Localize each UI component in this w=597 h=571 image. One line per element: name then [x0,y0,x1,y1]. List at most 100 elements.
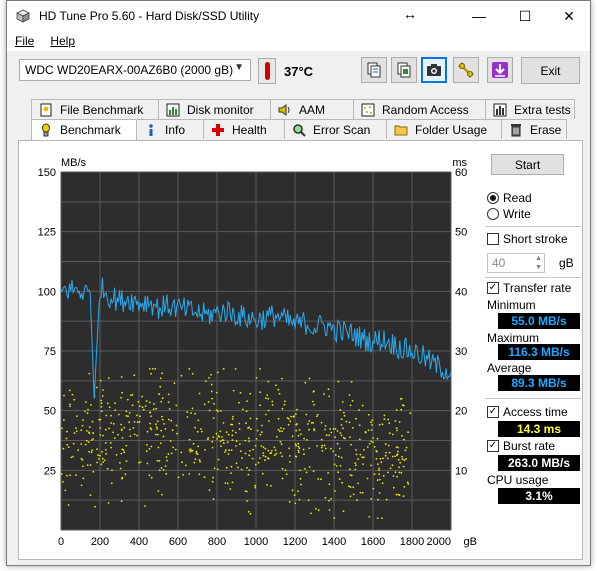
access-time-point [249,513,252,515]
write-radio[interactable]: Write [487,207,531,221]
access-time-point [252,448,255,451]
read-radio[interactable]: Read [487,191,532,205]
download-button[interactable] [487,57,513,83]
access-time-point [267,380,270,383]
access-time-point [167,453,170,455]
access-time-point [225,431,228,434]
transfer-rate-checkbox[interactable]: ✓ Transfer rate [487,281,571,295]
access-time-point [120,423,122,426]
access-time-point [101,450,103,453]
tab-erase[interactable]: Erase [501,119,567,139]
access-time-point [267,409,270,412]
minimize-button[interactable]: — [456,1,502,31]
tab-info[interactable]: Info [136,119,204,139]
access-time-point [159,385,162,388]
access-time-point [335,465,338,467]
access-time-point [200,428,202,430]
copy-info-button[interactable] [361,57,387,83]
access-time-point [262,446,265,449]
access-time-point [72,455,74,458]
menu-file[interactable]: File [7,34,42,48]
y-left-axis-label: MB/s [61,157,87,169]
access-time-point [373,446,376,448]
access-time-point [104,448,107,451]
access-time-point [225,449,227,452]
access-time-point [337,455,340,458]
short-stroke-checkbox[interactable]: Short stroke [487,232,568,246]
start-button[interactable]: Start [491,154,564,175]
save-info-button[interactable] [391,57,417,83]
tab-health[interactable]: Health [203,119,285,139]
options-button[interactable] [453,57,479,83]
access-time-point [343,411,345,414]
access-time-point [327,472,329,474]
drive-select[interactable]: WDC WD20EARX-00AZ6B0 (2000 gB) ▼ [19,59,251,81]
tab-folder-usage[interactable]: Folder Usage [386,119,502,139]
access-time-checkbox[interactable]: ✓ Access time [487,405,568,419]
short-stroke-spinner[interactable]: 40 ▲ ▼ [487,253,545,273]
access-time-point [211,440,214,443]
menu-bar: File Help [7,31,590,51]
access-time-point [173,382,176,385]
access-time-point [359,453,362,456]
access-time-point [62,447,65,450]
access-time-point [383,414,386,417]
access-time-point [381,517,383,519]
access-time-point [85,439,88,442]
access-time-point [357,458,359,461]
burst-rate-checkbox[interactable]: ✓ Burst rate [487,439,555,453]
tab-error-scan[interactable]: Error Scan [284,119,387,139]
checkbox-box [487,233,499,245]
access-time-point [260,445,263,447]
access-time-point [265,397,267,400]
access-time-point [279,440,282,443]
access-time-point [397,458,400,461]
access-time-point [204,380,207,383]
access-time-point [101,457,104,460]
menu-help[interactable]: Help [42,34,83,48]
access-time-point [230,449,233,451]
access-time-point [293,415,295,418]
tab-file-benchmark[interactable]: File Benchmark [31,99,159,119]
access-time-point [261,424,263,427]
access-time-point [403,486,406,488]
tab-benchmark[interactable]: Benchmark [31,119,137,140]
screenshot-button[interactable] [421,57,447,83]
access-time-point [281,377,283,380]
title-bar[interactable]: HD Tune Pro 5.60 - Hard Disk/SSD Utility… [7,1,590,31]
maximize-button[interactable]: ☐ [502,1,548,31]
access-time-point [329,447,332,450]
access-time-point [109,442,112,444]
access-time-point [220,445,222,447]
access-time-point [132,427,135,429]
tab-disk-monitor[interactable]: Disk monitor [158,99,271,119]
tab-random-access[interactable]: Random Access [353,99,486,119]
access-time-point [267,449,270,452]
close-button[interactable]: ✕ [546,1,592,31]
access-time-point [161,415,163,418]
access-time-point [231,439,234,441]
access-time-point [198,473,201,476]
access-time-point [128,421,131,424]
access-time-point [288,501,291,503]
access-time-point [103,459,106,462]
access-time-point [341,401,344,403]
access-time-point [321,444,324,447]
y-right-tick-label: 30 [455,346,467,358]
access-time-point [88,426,91,428]
access-time-point [124,473,127,476]
access-time-point [171,429,174,432]
exit-button[interactable]: Exit [521,57,580,84]
access-time-point [239,392,242,394]
access-time-point [146,462,149,465]
access-time-point [315,507,317,510]
access-time-point [167,401,170,403]
access-time-point [111,469,113,472]
tab-aam[interactable]: AAM [270,99,354,119]
access-time-point [148,474,151,477]
access-time-point [355,464,357,467]
tab-extra-tests[interactable]: Extra tests [485,99,575,119]
access-time-point [73,398,76,401]
access-time-point [92,432,95,434]
access-time-point [226,441,229,444]
